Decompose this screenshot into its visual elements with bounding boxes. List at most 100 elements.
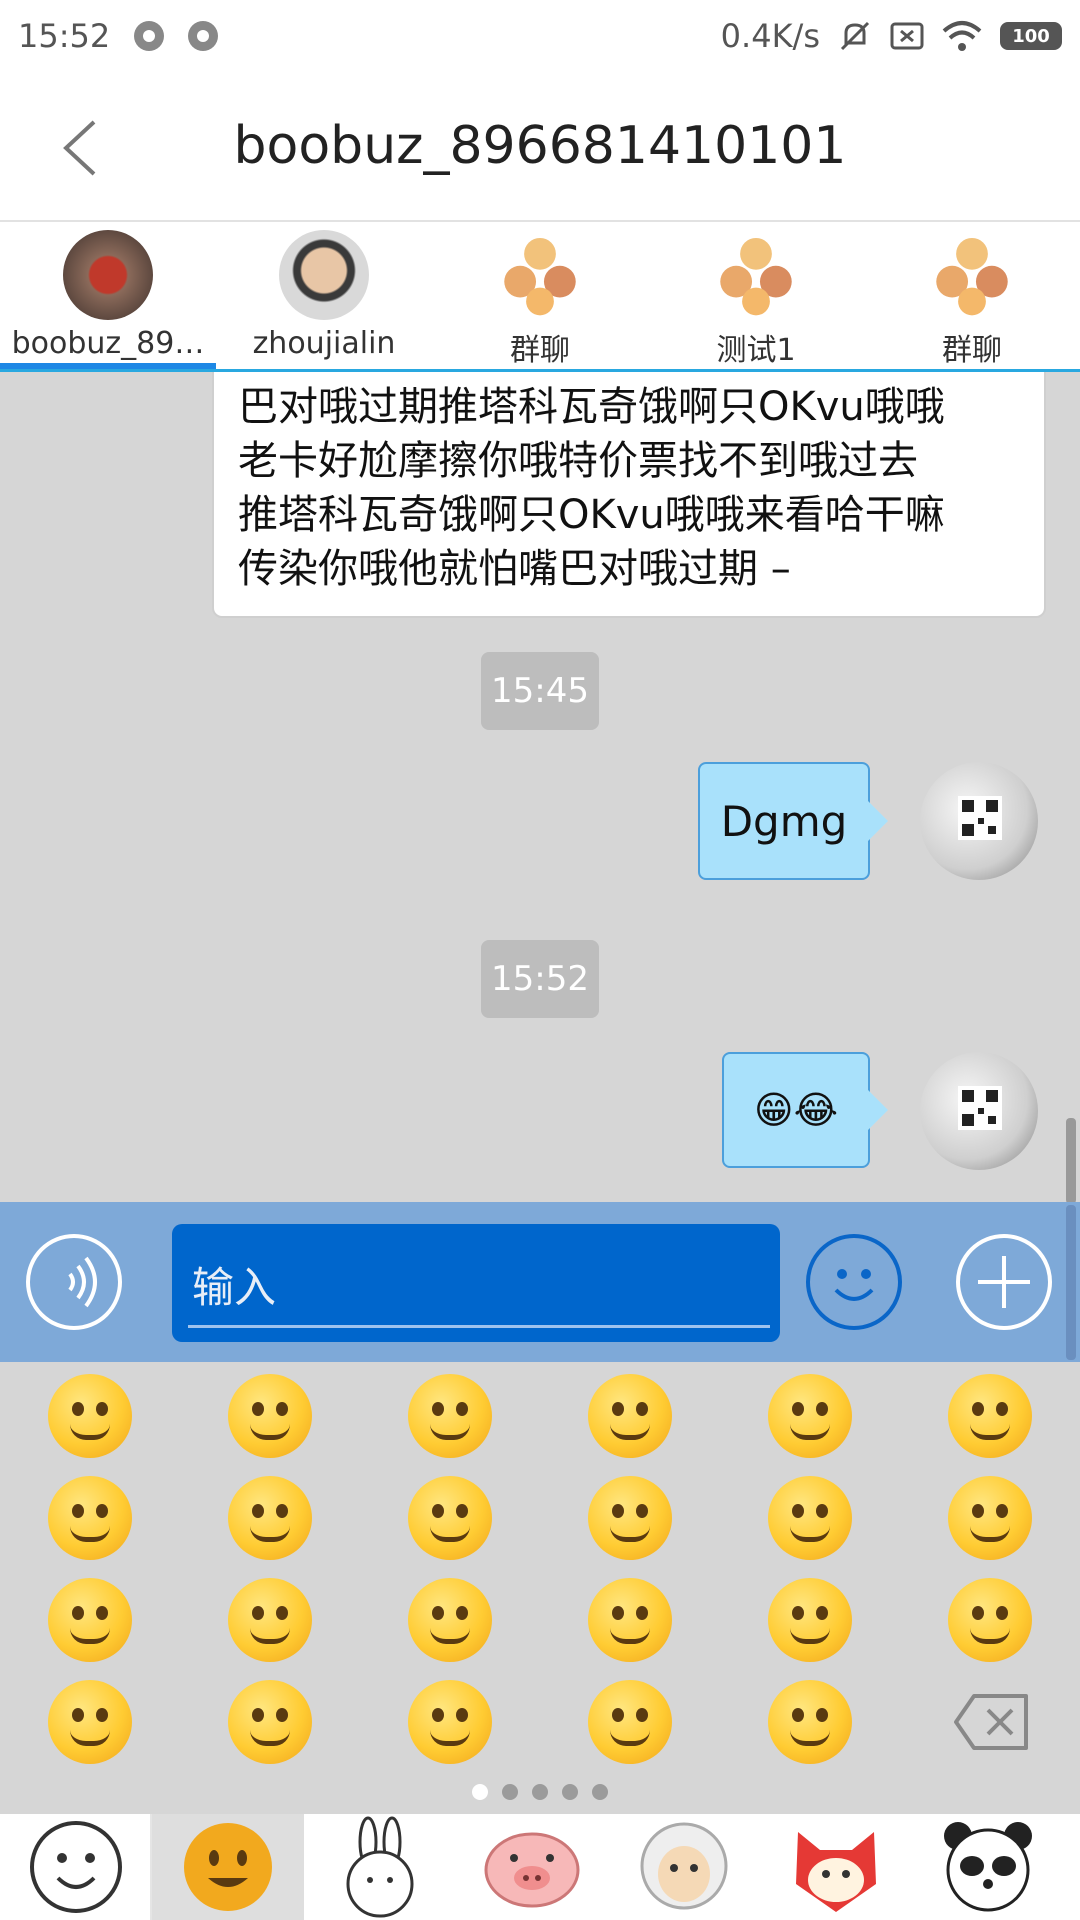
outgoing-message[interactable]: 😁😂	[722, 1052, 888, 1168]
stuck-out-tongue-closed-eyes-emoji-icon[interactable]	[408, 1680, 492, 1764]
message-text: 😁😂	[753, 1088, 838, 1132]
status-bar: 15:52 0.4K/s 100	[0, 0, 1080, 72]
input-placeholder: 输入	[192, 1263, 277, 1312]
battery-icon: 100	[1000, 22, 1062, 50]
tab-group-chat-2[interactable]: 群聊	[864, 222, 1080, 369]
smiley-emoji-icon[interactable]	[408, 1374, 492, 1458]
timestamp: 15:45	[481, 652, 599, 730]
scrollbar[interactable]	[1066, 1205, 1076, 1360]
input-bar: 输入	[0, 1202, 1080, 1362]
heart-eyes-emoji-icon[interactable]	[948, 1476, 1032, 1560]
mute-icon	[840, 21, 870, 51]
tab-label: 群聊	[942, 333, 1002, 369]
more-button[interactable]	[956, 1234, 1052, 1330]
sim-icon	[890, 22, 924, 50]
outgoing-message[interactable]: Dgmg	[698, 762, 888, 880]
tab-emoji-outline[interactable]	[0, 1814, 152, 1920]
angry-emoji-icon[interactable]	[768, 1680, 852, 1764]
input-underline	[188, 1325, 770, 1328]
message-text: Dgmg	[720, 796, 848, 846]
my-avatar[interactable]	[920, 1052, 1038, 1170]
net-speed: 0.4K/s	[720, 17, 820, 55]
yum-emoji-icon[interactable]	[588, 1476, 672, 1560]
stuck-out-tongue-wink-emoji-icon[interactable]	[228, 1680, 312, 1764]
page-dot[interactable]	[472, 1784, 488, 1800]
emoji-panel	[0, 1362, 1080, 1814]
incoming-message[interactable]: 巴对哦过期推塔科瓦奇饿啊只OKvu哦哦 老卡好尬摩擦你哦特价票找不到哦过去 推塔…	[212, 372, 1046, 618]
kissing-closed-eyes-emoji-icon[interactable]	[48, 1680, 132, 1764]
tab-label: zhoujialin	[252, 326, 396, 361]
smile-emoji-icon[interactable]	[408, 1476, 492, 1560]
tab-test1[interactable]: 测试1	[648, 222, 864, 369]
tab-label: boobuz_89…	[11, 326, 205, 361]
pensive-emoji-icon[interactable]	[588, 1578, 672, 1662]
group-avatar-icon	[936, 237, 1008, 316]
unamused-emoji-icon[interactable]	[228, 1578, 312, 1662]
blush-dizzy-emoji-icon[interactable]	[228, 1476, 312, 1560]
group-avatar-icon	[504, 237, 576, 316]
tab-group-chat-1[interactable]: 群聊	[432, 222, 648, 369]
timestamp: 15:52	[481, 940, 599, 1018]
message-list[interactable]: 巴对哦过期推塔科瓦奇饿啊只OKvu哦哦 老卡好尬摩擦你哦特价票找不到哦过去 推塔…	[0, 372, 1080, 1202]
tab-fox-cat[interactable]	[760, 1814, 912, 1920]
my-avatar[interactable]	[920, 762, 1038, 880]
qr-code-icon	[958, 1086, 1002, 1130]
tab-sheep[interactable]	[608, 1814, 760, 1920]
avatar-red-photo	[63, 230, 153, 320]
avatar-person-photo	[279, 230, 369, 320]
wink-emoji-icon[interactable]	[48, 1476, 132, 1560]
tab-zhoujialin[interactable]: zhoujialin	[216, 222, 432, 369]
page-title: boobuz_896681410101	[233, 116, 847, 176]
pig-icon	[484, 1832, 580, 1908]
plus-icon	[978, 1256, 1030, 1308]
grinning-teeth-emoji-icon[interactable]	[48, 1374, 132, 1458]
tab-panda[interactable]	[912, 1814, 1064, 1920]
laughing-emoji-icon[interactable]	[948, 1374, 1032, 1458]
wifi-icon	[942, 21, 982, 51]
notification-icon	[134, 21, 165, 51]
grin-emoji-icon[interactable]	[588, 1374, 672, 1458]
fox-cat-icon	[796, 1832, 876, 1912]
message-line: 推塔科瓦奇饿啊只OKvu哦哦来看哈干嘛	[238, 492, 945, 538]
yellow-face-icon	[184, 1823, 272, 1911]
tab-yellow-face[interactable]	[152, 1814, 304, 1920]
tab-pig[interactable]	[456, 1814, 608, 1920]
scrollbar[interactable]	[1066, 1118, 1076, 1204]
confounded-emoji-icon[interactable]	[768, 1578, 852, 1662]
message-input[interactable]: 输入	[172, 1224, 780, 1342]
tears-of-joy-emoji-icon[interactable]	[228, 1374, 312, 1458]
sweat-smile-emoji-icon[interactable]	[768, 1374, 852, 1458]
emoji-button[interactable]	[806, 1234, 902, 1330]
page-dot[interactable]	[532, 1784, 548, 1800]
disappointed-emoji-icon[interactable]	[588, 1680, 672, 1764]
voice-wave-icon	[68, 1256, 97, 1308]
kissing-heart-emoji-icon[interactable]	[948, 1578, 1032, 1662]
voice-button[interactable]	[26, 1234, 122, 1330]
chat-header: boobuz_896681410101	[0, 72, 1080, 222]
message-line: 巴对哦过期推塔科瓦奇饿啊只OKvu哦哦	[238, 384, 945, 430]
smiley-outline-icon	[30, 1821, 122, 1913]
tab-boobuz[interactable]: boobuz_89…	[0, 222, 216, 369]
page-dot[interactable]	[502, 1784, 518, 1800]
status-time: 15:52	[18, 17, 111, 55]
emoji-page-indicator	[0, 1784, 1080, 1800]
tab-rabbit[interactable]	[304, 1814, 456, 1920]
rabbit-icon	[346, 1816, 414, 1918]
backspace-icon[interactable]	[952, 1690, 1032, 1754]
smirk-emoji-icon[interactable]	[48, 1578, 132, 1662]
group-avatar-icon	[720, 237, 792, 316]
sheep-icon	[640, 1822, 728, 1910]
page-dot[interactable]	[562, 1784, 578, 1800]
notification-icon	[188, 21, 219, 51]
message-line: 老卡好尬摩擦你哦特价票找不到哦过去	[238, 438, 918, 484]
message-line: 传染你哦他就怕嘴巴对哦过期 –	[238, 546, 791, 592]
conversation-tabs: boobuz_89… zhoujialin 群聊 测试1 群聊	[0, 222, 1080, 372]
relieved-emoji-icon[interactable]	[768, 1476, 852, 1560]
panda-icon	[944, 1822, 1032, 1912]
sweat-emoji-icon[interactable]	[408, 1578, 492, 1662]
tab-label: 测试1	[716, 333, 796, 369]
qr-code-icon	[958, 796, 1002, 840]
page-dot[interactable]	[592, 1784, 608, 1800]
smiley-icon	[834, 1269, 874, 1301]
sticker-tabs	[0, 1814, 1080, 1920]
